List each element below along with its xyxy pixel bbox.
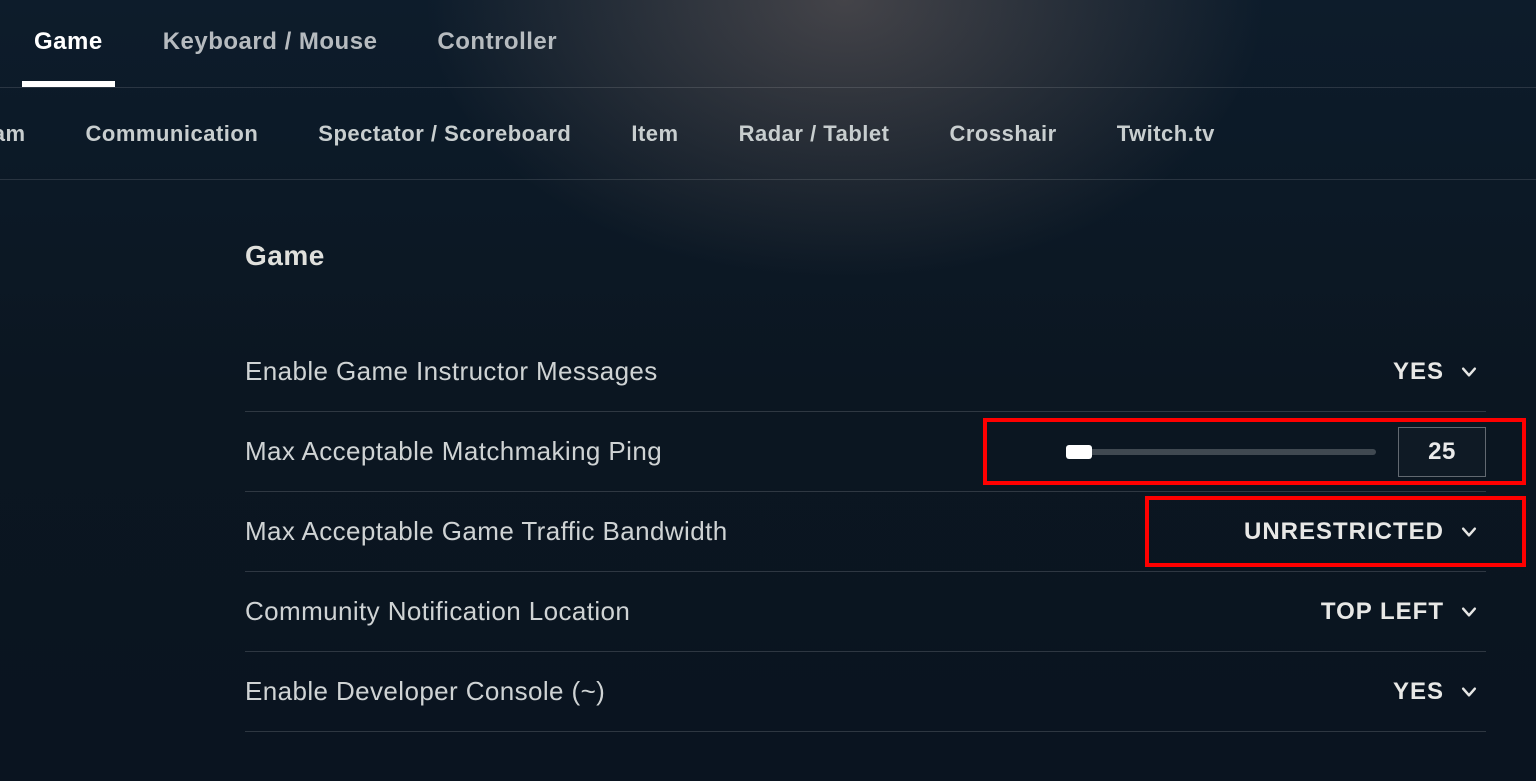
dropdown-value: TOP LEFT <box>1321 598 1444 626</box>
row-label: Community Notification Location <box>245 596 630 627</box>
chevron-down-icon <box>1458 601 1480 623</box>
chevron-down-icon <box>1458 521 1480 543</box>
row-notification-location: Community Notification Location TOP LEFT <box>245 572 1486 652</box>
row-label: Enable Developer Console (~) <box>245 676 605 707</box>
tab-controller[interactable]: Controller <box>437 28 557 87</box>
subtab-item[interactable]: Item <box>629 121 680 147</box>
subtab-crosshair[interactable]: Crosshair <box>947 121 1058 147</box>
dropdown-value: YES <box>1393 678 1444 706</box>
subtab-twitch[interactable]: Twitch.tv <box>1115 121 1217 147</box>
row-instructor-messages: Enable Game Instructor Messages YES <box>245 332 1486 412</box>
row-label: Enable Game Instructor Messages <box>245 356 658 387</box>
section-title: Game <box>245 240 1486 272</box>
primary-tabs: Game Keyboard / Mouse Controller <box>0 0 1536 88</box>
row-matchmaking-ping: Max Acceptable Matchmaking Ping 25 <box>245 412 1486 492</box>
subtab-radar-tablet[interactable]: Radar / Tablet <box>737 121 892 147</box>
dropdown-value: UNRESTRICTED <box>1244 518 1444 546</box>
chevron-down-icon <box>1458 681 1480 703</box>
ping-slider[interactable] <box>1066 449 1376 455</box>
tab-keyboard-mouse[interactable]: Keyboard / Mouse <box>163 28 378 87</box>
row-label: Max Acceptable Game Traffic Bandwidth <box>245 516 728 547</box>
dropdown-notification-location[interactable]: TOP LEFT <box>1321 598 1486 626</box>
settings-content: Game Enable Game Instructor Messages YES… <box>0 180 1536 732</box>
ping-control: 25 <box>1066 427 1486 477</box>
row-developer-console: Enable Developer Console (~) YES <box>245 652 1486 732</box>
chevron-down-icon <box>1458 361 1480 383</box>
sub-tabs: eam Communication Spectator / Scoreboard… <box>0 88 1536 180</box>
subtab-communication[interactable]: Communication <box>84 121 261 147</box>
tab-game[interactable]: Game <box>34 28 103 87</box>
dropdown-value: YES <box>1393 358 1444 386</box>
dropdown-developer-console[interactable]: YES <box>1393 678 1486 706</box>
subtab-spectator-scoreboard[interactable]: Spectator / Scoreboard <box>316 121 573 147</box>
dropdown-bandwidth[interactable]: UNRESTRICTED <box>1244 518 1486 546</box>
row-label: Max Acceptable Matchmaking Ping <box>245 436 662 467</box>
row-bandwidth: Max Acceptable Game Traffic Bandwidth UN… <box>245 492 1486 572</box>
ping-value-input[interactable]: 25 <box>1398 427 1486 477</box>
ping-slider-thumb[interactable] <box>1066 445 1092 459</box>
dropdown-instructor-messages[interactable]: YES <box>1393 358 1486 386</box>
subtab-team[interactable]: eam <box>0 121 28 147</box>
